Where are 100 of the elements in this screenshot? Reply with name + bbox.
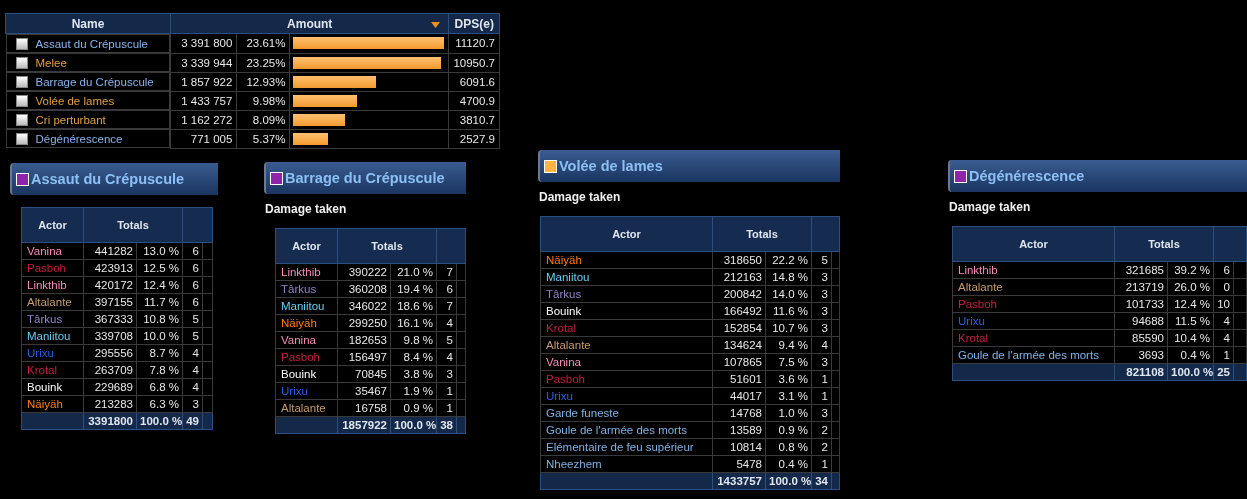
table-cell: 4 <box>182 361 203 379</box>
table-cell: 3 <box>811 404 832 422</box>
table-cell: 1 <box>1213 346 1234 364</box>
checkbox[interactable] <box>15 113 28 126</box>
table-cell: 23.61% <box>236 33 290 53</box>
table-cell: 4 <box>182 344 203 362</box>
table-cell: 9.98% <box>236 91 290 110</box>
table-cell: 12.4 % <box>136 276 183 294</box>
table-cell: 771 005 <box>170 129 237 148</box>
table-cell: 4700.9 <box>448 91 500 110</box>
table-cell: 5.37% <box>236 129 290 148</box>
panel-title: Barrage du Crépuscule <box>285 170 445 186</box>
table-cell: 420172 <box>83 276 137 294</box>
actor-name: Bouink <box>540 302 713 320</box>
table-cell: 10 <box>1213 295 1234 313</box>
section-title: Damage taken <box>538 189 622 206</box>
table-cell: 134624 <box>712 336 766 354</box>
table-cell: 44017 <box>712 387 766 405</box>
table-cell: 3 <box>811 268 832 286</box>
table-cell: 6 <box>182 259 203 277</box>
table-cell: 318650 <box>712 251 766 269</box>
table-cell: 152854 <box>712 319 766 337</box>
table-cell: 3 <box>182 395 203 413</box>
column-header[interactable]: Name <box>5 13 171 34</box>
actor-name: Bouink <box>275 365 338 383</box>
table-cell: 23.25% <box>236 53 290 72</box>
actor-name: Pasboh <box>952 295 1115 313</box>
column-header[interactable]: Amount <box>170 13 449 34</box>
table-cell: 10814 <box>712 438 766 456</box>
actor-name: Linkthib <box>952 261 1115 279</box>
table-cell: 6 <box>436 280 457 298</box>
table-cell: 10.0 % <box>136 327 183 345</box>
table-cell: 213283 <box>83 395 137 413</box>
column-header[interactable]: Actor <box>275 228 338 264</box>
table-cell: 339708 <box>83 327 137 345</box>
column-header[interactable]: Totals <box>83 207 183 243</box>
table-cell: 229689 <box>83 378 137 396</box>
table-cell: 1 162 272 <box>170 110 237 129</box>
table-cell: 4 <box>182 378 203 396</box>
table-cell: 26.0 % <box>1167 278 1214 296</box>
table-cell: 14.0 % <box>765 285 812 303</box>
spell-name: Melee <box>35 56 67 69</box>
table-cell: 13589 <box>712 421 766 439</box>
column-header[interactable]: Totals <box>712 216 812 252</box>
table-cell: 7 <box>436 297 457 315</box>
checkbox[interactable] <box>15 94 28 107</box>
actor-name: Târkus <box>21 310 84 328</box>
table-cell: 9.8 % <box>390 331 437 349</box>
table-cell: 14768 <box>712 404 766 422</box>
table-cell: 5478 <box>712 455 766 473</box>
actor-name: Urixu <box>540 387 713 405</box>
actor-name: Bouink <box>21 378 84 396</box>
table-cell: 4 <box>811 336 832 354</box>
table-cell: 3.6 % <box>765 370 812 388</box>
table-cell: 3 <box>811 285 832 303</box>
actor-name: Krotal <box>540 319 713 337</box>
column-header[interactable]: Actor <box>21 207 84 243</box>
table-cell: 8.4 % <box>390 348 437 366</box>
actor-name: Altalante <box>540 336 713 354</box>
table-cell: 0.9 % <box>390 399 437 417</box>
table-cell: 3 391 800 <box>170 33 237 53</box>
column-header[interactable]: Totals <box>337 228 437 264</box>
table-cell: 397155 <box>83 293 137 311</box>
table-cell: 5 <box>436 331 457 349</box>
table-cell: 0.4 % <box>765 455 812 473</box>
table-cell: 6091.6 <box>448 72 500 91</box>
table-cell: 8.7 % <box>136 344 183 362</box>
column-header[interactable]: Actor <box>540 216 713 252</box>
table-cell: 51601 <box>712 370 766 388</box>
checkbox[interactable] <box>15 132 28 145</box>
table-cell: 6.8 % <box>136 378 183 396</box>
checkbox[interactable] <box>15 56 28 69</box>
table-cell: 4 <box>1213 329 1234 347</box>
table-cell: 1.0 % <box>765 404 812 422</box>
table-cell: 10.8 % <box>136 310 183 328</box>
table-cell: 11.7 % <box>136 293 183 311</box>
column-header[interactable]: Actor <box>952 226 1115 262</box>
table-cell: 295556 <box>83 344 137 362</box>
table-cell: 11.5 % <box>1167 312 1214 330</box>
column-header[interactable]: Totals <box>1114 226 1214 262</box>
panel-title: Dégénérescence <box>969 168 1085 184</box>
checkbox[interactable] <box>15 37 28 50</box>
spell-name: Cri perturbant <box>35 113 106 126</box>
table-cell: 390222 <box>337 263 391 281</box>
column-header[interactable]: DPS(e) <box>448 13 500 34</box>
checkbox[interactable] <box>15 75 28 88</box>
table-cell: 5 <box>182 310 203 328</box>
actor-name: Garde funeste <box>540 404 713 422</box>
actor-name: Goule de l'armée des morts <box>540 421 713 439</box>
table-cell: 11120.7 <box>448 33 500 53</box>
table-cell: 7 <box>436 263 457 281</box>
actor-name: Goule de l'armée des morts <box>952 346 1115 364</box>
table-cell: 6 <box>182 242 203 260</box>
actor-name: Vanina <box>540 353 713 371</box>
table-cell: 16.1 % <box>390 314 437 332</box>
table-cell: 7.5 % <box>765 353 812 371</box>
table-cell: 12.5 % <box>136 259 183 277</box>
sort-icon <box>431 21 441 28</box>
table-cell: 212163 <box>712 268 766 286</box>
table-cell: 8.09% <box>236 110 290 129</box>
